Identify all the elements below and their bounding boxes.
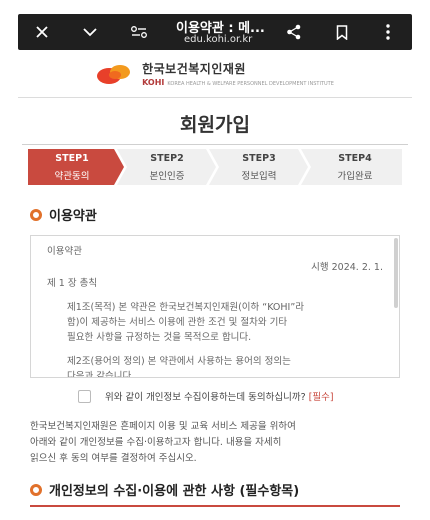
terms-scroll-box[interactable]: 이용약관 시행 2024. 2. 1. 제 1 장 총칙 제1조(목적) 본 약… — [30, 235, 400, 378]
terms-article-2-line-1: 제2조(용어의 정의) 본 약관에서 사용하는 용어의 정의는 — [67, 356, 291, 367]
notice-line-2: 아래와 같이 개인정보를 수집·이용하고자 합니다. 내용을 자세히 — [30, 437, 282, 448]
logo-subtitle: KOREA HEALTH & WELFARE PERSONNEL DEVELOP… — [167, 80, 334, 87]
terms-box-title: 이용약관 — [47, 246, 82, 257]
web-page: 한국보건복지인재원 KOHI KOREA HEALTH & WELFARE PE… — [18, 50, 412, 520]
bookmark-icon[interactable] — [330, 14, 354, 50]
chevron-down-icon[interactable] — [78, 14, 102, 50]
step-label: 가입완료 — [337, 171, 373, 182]
terms-article-1-line-2: 함)이 제공하는 서비스 이용에 관한 조건 및 절차와 기타 — [67, 317, 288, 328]
logo-name-ko: 한국보건복지인재원 — [142, 61, 246, 76]
privacy-heading-text: 개인정보의 수집·이용에 관한 사항 (필수항목) — [49, 484, 300, 499]
privacy-heading-rule — [30, 505, 400, 507]
logo-name-en: KOHI — [142, 77, 165, 87]
terms-effective-date: 시행 2024. 2. 1. — [311, 262, 383, 273]
privacy-notice: 한국보건복지인재원은 흔페이지 이용 및 교육 서비스 제공을 위하여 아래와 … — [30, 419, 405, 467]
bullet-icon — [30, 483, 42, 496]
title-divider — [22, 144, 408, 145]
header-divider — [18, 97, 412, 98]
bullet-icon — [30, 208, 42, 221]
step-label: 본인인증 — [149, 171, 185, 182]
step-label: 약관동의 — [54, 171, 90, 182]
browser-toolbar: 이용약관 : 메... edu.kohi.or.kr — [18, 14, 412, 50]
step-number: STEP3 — [242, 153, 276, 164]
site-settings-icon[interactable] — [126, 14, 152, 50]
screen: 이용약관 : 메... edu.kohi.or.kr 한국보건복지인재원 KOH… — [0, 0, 430, 520]
terms-article-2-line-2: 다음과 같습니다. — [67, 371, 135, 378]
agree-checkbox[interactable] — [78, 389, 91, 403]
step-number: STEP1 — [55, 153, 89, 164]
site-logo[interactable]: 한국보건복지인재원 KOHI KOREA HEALTH & WELFARE PE… — [18, 50, 412, 96]
terms-article-1-line-1: 제1조(목적) 본 약관은 한국보건복지인재원(이하 “KOHI”라 — [67, 302, 305, 313]
notice-line-1: 한국보건복지인재원은 흔페이지 이용 및 교육 서비스 제공을 위하여 — [30, 421, 296, 432]
terms-heading-text: 이용약관 — [49, 209, 97, 224]
agree-row: 위와 같이 개인정보 수집이용하는데 동의하십니까? [필수] — [78, 389, 334, 403]
more-vert-icon[interactable] — [378, 14, 398, 50]
close-icon[interactable] — [30, 14, 54, 50]
step-number: STEP4 — [338, 153, 372, 164]
share-icon[interactable] — [282, 14, 306, 50]
step-2: STEP2 본인인증 — [124, 149, 210, 185]
step-number: STEP2 — [150, 153, 184, 164]
step-1: STEP1 약관동의 — [28, 149, 116, 185]
step-label: 정보입력 — [241, 171, 277, 182]
terms-scrollbar[interactable] — [394, 238, 398, 308]
privacy-heading: 개인정보의 수집·이용에 관한 사항 (필수항목) — [30, 480, 299, 499]
step-3: STEP3 정보입력 — [216, 149, 302, 185]
step-4: STEP4 가입완료 — [308, 149, 402, 185]
terms-chapter: 제 1 장 총칙 — [47, 278, 98, 289]
browser-url[interactable]: edu.kohi.or.kr — [184, 34, 252, 45]
agree-question: 위와 같이 개인정보 수집이용하는데 동의하십니까? — [105, 392, 306, 403]
notice-line-3: 읽으신 후 동의 여부를 결정하여 주십시오. — [30, 453, 197, 464]
signup-steps: STEP1 약관동의 STEP2 본인인증 STEP3 정보입력 STEP4 가… — [28, 149, 402, 185]
terms-heading: 이용약관 — [30, 205, 97, 224]
kohi-logo-icon — [97, 65, 131, 84]
required-badge: [필수] — [308, 392, 334, 403]
page-title: 회원가입 — [180, 114, 250, 136]
terms-article-1-line-3: 필요한 사항을 규정하는 것을 목적으로 합니다. — [67, 332, 252, 343]
